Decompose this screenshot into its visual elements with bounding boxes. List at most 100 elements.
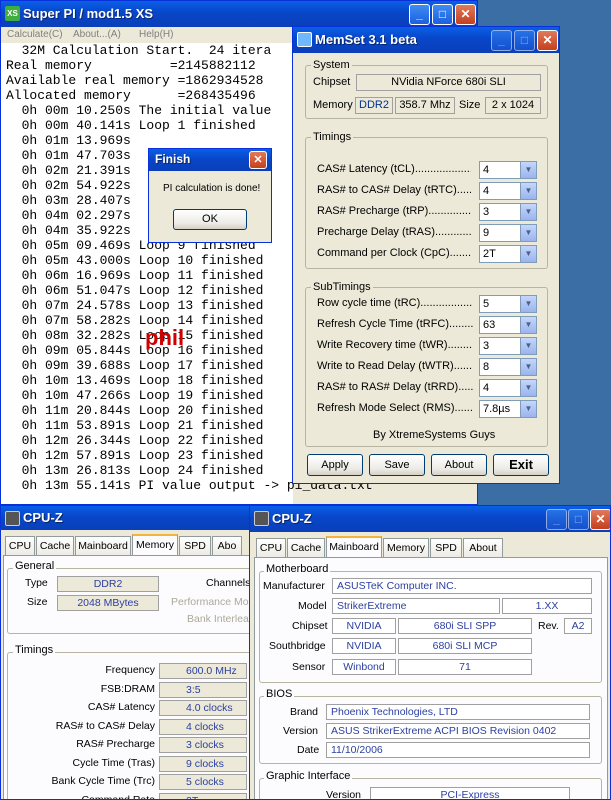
cpuz-mainboard-window: CPU-Z _ □ ✕ CPU Cache Mainboard Memory SPD Ab… xyxy=(249,505,611,800)
memset-subtiming-value: 5 xyxy=(483,298,490,310)
memset-subtiming-select[interactable]: 5 ▼ xyxy=(479,295,537,313)
memset-timing-select[interactable]: 9 ▼ xyxy=(479,224,537,242)
chevron-down-icon[interactable]: ▼ xyxy=(520,225,536,241)
console-line: 0h 09m 05.844s Loop 16 finished xyxy=(6,343,264,358)
memset-subtiming-select[interactable]: 4 ▼ xyxy=(479,379,537,397)
memset-timing-value: 2T xyxy=(483,248,496,260)
memset-credit: By XtremeSystems Guys xyxy=(373,429,496,441)
tab-cache[interactable]: Cache xyxy=(36,536,74,555)
cpuz-chipset-name: 680i SLI SPP xyxy=(398,618,532,634)
tab-mainboard[interactable]: Mainboard xyxy=(326,536,382,557)
console-line: 0h 02m 54.922s xyxy=(6,178,131,193)
cpuz-gversion-value: PCI-Express xyxy=(370,787,570,799)
cpuz-timing-value: 4 clocks xyxy=(159,718,247,735)
apply-button[interactable]: Apply xyxy=(307,454,363,476)
memset-subtiming-value: 8 xyxy=(483,361,490,373)
cpuz-timing-value: 600.0 MHz xyxy=(159,663,247,679)
memset-timing-select[interactable]: 4 ▼ xyxy=(479,182,537,200)
cpuz-southbridge-label: Southbridge xyxy=(269,640,326,652)
cpuz-memory-titlebar[interactable]: CPU-Z xyxy=(1,506,257,530)
ok-button[interactable]: OK xyxy=(173,209,247,230)
menu-calculate[interactable]: Calculate(C) xyxy=(7,29,63,40)
console-line: 0h 11m 20.844s Loop 20 finished xyxy=(6,403,264,418)
chevron-down-icon[interactable]: ▼ xyxy=(520,401,536,417)
chevron-down-icon[interactable]: ▼ xyxy=(520,380,536,396)
cpuz-sensor-id: 71 xyxy=(398,659,532,675)
about-button[interactable]: About xyxy=(431,454,487,476)
memset-minimize-button[interactable]: _ xyxy=(491,30,512,51)
cpuz-minimize-button[interactable]: _ xyxy=(546,509,567,530)
tab-about[interactable]: About xyxy=(463,538,503,557)
memset-maximize-button[interactable]: □ xyxy=(514,30,535,51)
cpuz-close-button[interactable]: ✕ xyxy=(590,509,610,530)
memset-timing-select[interactable]: 2T ▼ xyxy=(479,245,537,263)
cpuz-mainboard-titlebar[interactable]: CPU-Z _ □ ✕ xyxy=(250,506,610,532)
memset-system-label: System xyxy=(311,59,352,71)
cpuz-timing-label: Frequency xyxy=(105,664,155,676)
chevron-down-icon[interactable]: ▼ xyxy=(520,183,536,199)
cpuz-timing-value: 5 clocks xyxy=(159,774,247,790)
memset-subtimings-label: SubTimings xyxy=(311,281,373,293)
memset-title: MemSet 3.1 beta xyxy=(315,32,417,47)
console-line: Allocated memory =268435496 xyxy=(6,88,256,103)
cpuz-manufacturer-label: Manufacturer xyxy=(263,580,325,592)
exit-button[interactable]: Exit xyxy=(493,454,549,476)
cpuz-rev-label: Rev. xyxy=(538,620,559,632)
tab-memory[interactable]: Memory xyxy=(132,534,178,555)
memset-close-button[interactable]: ✕ xyxy=(537,30,558,51)
memset-timing-value: 4 xyxy=(483,185,490,197)
console-line: 0h 06m 51.047s Loop 12 finished xyxy=(6,283,264,298)
menu-about[interactable]: About...(A) xyxy=(73,29,121,40)
superpi-output: 32M Calculation Start. 24 itera Real memo… xyxy=(1,43,373,504)
superpi-titlebar[interactable]: XS Super PI / mod1.5 XS _ □ ✕ xyxy=(1,1,477,27)
cpuz-timing-label: Bank Cycle Time (Trc) xyxy=(51,775,155,787)
cpuz-sb-vendor: NVIDIA xyxy=(332,638,396,654)
memset-titlebar[interactable]: MemSet 3.1 beta _ □ ✕ xyxy=(293,27,559,53)
console-line: 0h 04m 02.297s xyxy=(6,208,131,223)
cpuz-sensor-vendor: Winbond xyxy=(332,659,396,675)
console-line: 0h 04m 35.922s xyxy=(6,223,131,238)
cpuz-gversion-label: Version xyxy=(326,789,362,800)
cpuz-type-label: Type xyxy=(25,577,48,589)
chevron-down-icon[interactable]: ▼ xyxy=(520,296,536,312)
chevron-down-icon[interactable]: ▼ xyxy=(520,204,536,220)
cpuz-timing-label: Command Rate xyxy=(81,793,155,800)
tab-spd[interactable]: SPD xyxy=(179,536,211,555)
memset-timing-select[interactable]: 4 ▼ xyxy=(479,161,537,179)
finish-titlebar[interactable]: Finish ✕ xyxy=(149,149,271,171)
finish-close-button[interactable]: ✕ xyxy=(249,151,267,169)
tab-cpu[interactable]: CPU xyxy=(5,536,35,555)
tab-memory[interactable]: Memory xyxy=(383,538,429,557)
tab-cache[interactable]: Cache xyxy=(287,538,325,557)
console-line: 0h 07m 58.282s Loop 14 finished xyxy=(6,313,264,328)
close-button[interactable]: ✕ xyxy=(455,4,476,25)
memset-subtiming-label: Refresh Mode Select (RMS)......... xyxy=(317,402,473,414)
cpuz-timing-label: CAS# Latency xyxy=(87,701,155,713)
memset-subtiming-select[interactable]: 8 ▼ xyxy=(479,358,537,376)
cpuz-manufacturer-value: ASUSTeK Computer INC. xyxy=(332,578,592,594)
tab-abo[interactable]: Abo xyxy=(212,536,242,555)
chevron-down-icon[interactable]: ▼ xyxy=(520,246,536,262)
tab-spd[interactable]: SPD xyxy=(430,538,462,557)
tab-mainboard[interactable]: Mainboard xyxy=(75,536,131,555)
chevron-down-icon[interactable]: ▼ xyxy=(520,317,536,333)
memset-timing-select[interactable]: 3 ▼ xyxy=(479,203,537,221)
save-button[interactable]: Save xyxy=(369,454,425,476)
memset-subtiming-select[interactable]: 7.8µs ▼ xyxy=(479,400,537,418)
menu-help[interactable]: Help(H) xyxy=(139,29,173,40)
memset-subtiming-label: RAS# to RAS# Delay (tRRD)....... xyxy=(317,381,473,393)
maximize-button[interactable]: □ xyxy=(432,4,453,25)
console-line: 0h 12m 26.344s Loop 22 finished xyxy=(6,433,264,448)
memset-subtiming-select[interactable]: 3 ▼ xyxy=(479,337,537,355)
chevron-down-icon[interactable]: ▼ xyxy=(520,162,536,178)
cpuz-sensor-label: Sensor xyxy=(292,661,326,673)
chevron-down-icon[interactable]: ▼ xyxy=(520,359,536,375)
memset-subtiming-select[interactable]: 63 ▼ xyxy=(479,316,537,334)
console-line: 0h 10m 47.266s Loop 19 finished xyxy=(6,388,264,403)
cpuz-date-value: 11/10/2006 xyxy=(326,742,590,758)
minimize-button[interactable]: _ xyxy=(409,4,430,25)
memset-subtiming-value: 3 xyxy=(483,340,490,352)
tab-cpu[interactable]: CPU xyxy=(256,538,286,557)
chevron-down-icon[interactable]: ▼ xyxy=(520,338,536,354)
cpuz-maximize-button[interactable]: □ xyxy=(568,509,589,530)
